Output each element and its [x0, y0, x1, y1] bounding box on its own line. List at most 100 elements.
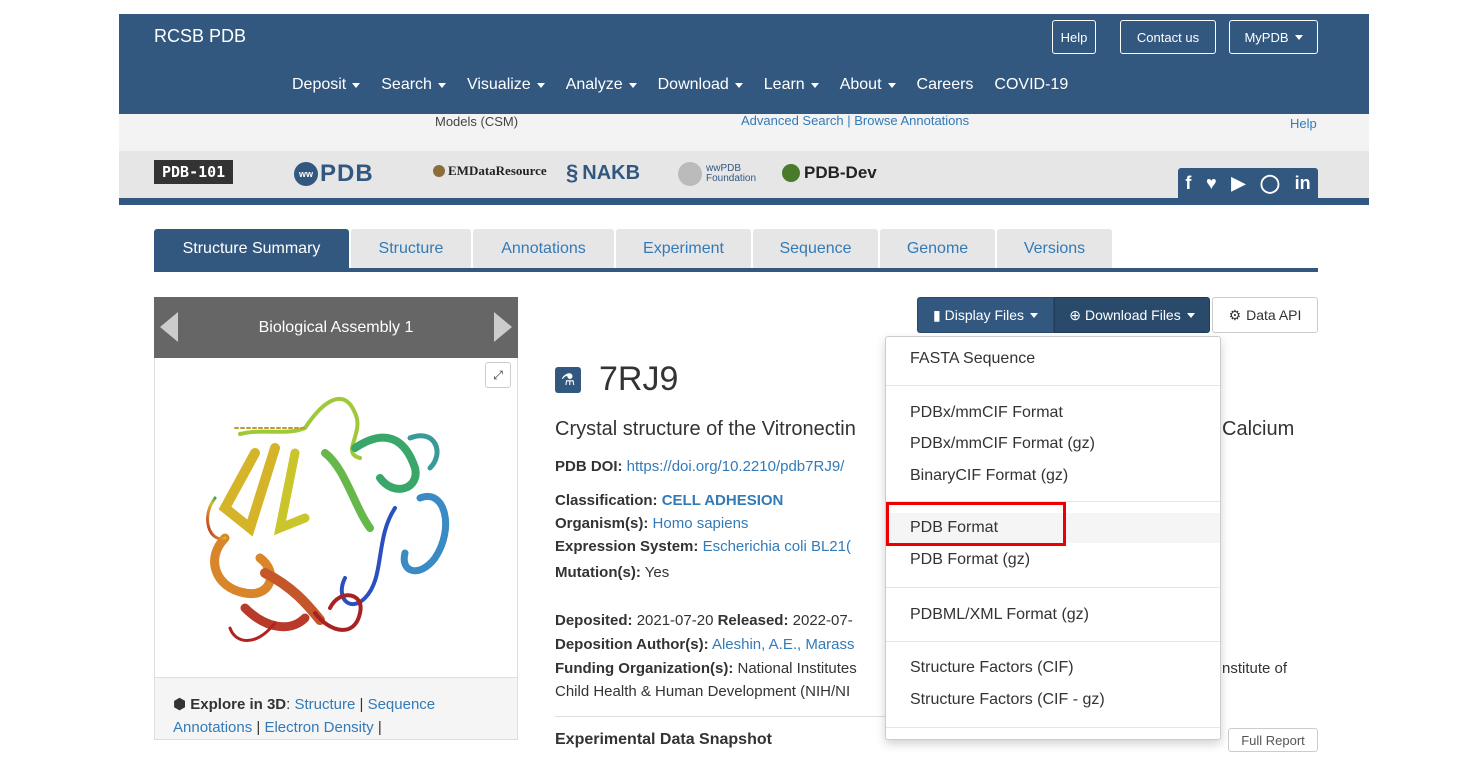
- pdb101-logo[interactable]: PDB-101: [154, 160, 234, 184]
- help-button[interactable]: Help: [1052, 20, 1096, 54]
- tab-annotations[interactable]: Annotations: [473, 229, 614, 269]
- previous-assembly-arrow-icon[interactable]: [160, 312, 178, 342]
- full-report-button[interactable]: Full Report: [1228, 728, 1318, 752]
- facebook-icon[interactable]: f: [1185, 173, 1191, 194]
- mypdb-label: MyPDB: [1244, 29, 1289, 45]
- main-nav: Deposit Search Visualize Analyze Downloa…: [292, 76, 1089, 94]
- menu-item-structure-factors-cif[interactable]: Structure Factors (CIF): [886, 653, 1220, 683]
- wwpdb-globe-icon: ww: [294, 162, 318, 186]
- nav-deposit[interactable]: Deposit: [292, 76, 361, 94]
- twitter-icon[interactable]: ♥: [1206, 173, 1217, 194]
- menu-item-binarycif-gz[interactable]: BinaryCIF Format (gz): [886, 461, 1220, 491]
- nav-learn[interactable]: Learn: [764, 76, 819, 94]
- menu-divider: [886, 385, 1220, 386]
- explore-electron-density-link[interactable]: Electron Density: [264, 719, 373, 736]
- doi-line: PDB DOI: https://doi.org/10.2210/pdb7RJ9…: [555, 458, 844, 475]
- tab-genome[interactable]: Genome: [880, 229, 995, 269]
- menu-divider: [886, 727, 1220, 728]
- pdbdev-logo-text: PDB-Dev: [804, 163, 877, 182]
- emdataresource-logo[interactable]: EMDataResource: [433, 163, 547, 179]
- organism-label: Organism(s):: [555, 515, 649, 532]
- dates-line: Deposited: 2021-07-20 Released: 2022-07-: [555, 612, 853, 629]
- doi-label: PDB DOI:: [555, 458, 623, 475]
- contact-us-button[interactable]: Contact us: [1120, 20, 1216, 54]
- authors-line: Deposition Author(s): Aleshin, A.E., Mar…: [555, 636, 855, 653]
- menu-item-pdbx-mmcif[interactable]: PDBx/mmCIF Format: [886, 398, 1220, 428]
- gear-icon: ⚙: [1228, 306, 1242, 323]
- nav-label: COVID-19: [994, 76, 1069, 93]
- nav-analyze[interactable]: Analyze: [566, 76, 637, 94]
- tab-sequence[interactable]: Sequence: [753, 229, 878, 269]
- structure-image-panel[interactable]: [154, 358, 518, 678]
- data-api-button[interactable]: ⚙ Data API: [1212, 297, 1318, 333]
- classification-line: Classification: CELL ADHESION: [555, 492, 783, 509]
- released-value: 2022-07-: [792, 612, 853, 629]
- pdb-format-highlight-box: [886, 502, 1066, 546]
- youtube-icon[interactable]: ▶: [1231, 173, 1245, 194]
- organism-link[interactable]: Homo sapiens: [653, 515, 749, 532]
- tab-underline: [154, 268, 1318, 272]
- nakb-logo-text: NAKB: [582, 161, 641, 184]
- data-api-label: Data API: [1246, 307, 1302, 323]
- nav-search[interactable]: Search: [381, 76, 446, 94]
- dna-icon: §: [566, 160, 579, 185]
- pdb-dev-logo[interactable]: PDB-Dev: [782, 163, 877, 183]
- nav-label: Deposit: [292, 76, 347, 93]
- foundation-globe-icon: [678, 162, 702, 186]
- funding-line-2: Child Health & Human Development (NIH/NI: [555, 683, 851, 700]
- chevron-down-icon: [1186, 312, 1195, 318]
- menu-item-pdb-format-gz[interactable]: PDB Format (gz): [886, 545, 1220, 575]
- menu-item-pdbx-mmcif-gz[interactable]: PDBx/mmCIF Format (gz): [886, 429, 1220, 459]
- nav-visualize[interactable]: Visualize: [467, 76, 545, 94]
- tab-structure-summary[interactable]: Structure Summary: [154, 229, 349, 269]
- tab-experiment[interactable]: Experiment: [616, 229, 751, 269]
- chevron-down-icon: [628, 82, 637, 88]
- assembly-title: Biological Assembly 1: [258, 318, 414, 336]
- doi-link[interactable]: https://doi.org/10.2210/pdb7RJ9/: [627, 458, 845, 475]
- github-icon[interactable]: ◯: [1260, 173, 1280, 194]
- expression-link[interactable]: Escherichia coli BL21(: [703, 538, 851, 555]
- released-label: Released:: [717, 612, 789, 629]
- nav-label: Analyze: [565, 76, 623, 93]
- download-files-button[interactable]: ⊕ Download Files: [1054, 297, 1210, 333]
- nav-careers[interactable]: Careers: [917, 76, 974, 94]
- authors-link[interactable]: Aleshin, A.E., Marass: [712, 636, 855, 653]
- explore-structure-link[interactable]: Structure: [294, 696, 355, 713]
- nav-covid19[interactable]: COVID-19: [994, 76, 1068, 94]
- mypdb-button[interactable]: MyPDB: [1229, 20, 1318, 54]
- wwpdb-logo[interactable]: ww PDB: [294, 160, 374, 188]
- menu-item-fasta-sequence[interactable]: FASTA Sequence: [886, 344, 1220, 374]
- mutation-value: Yes: [644, 564, 670, 581]
- next-assembly-arrow-icon[interactable]: [494, 312, 512, 342]
- nakb-logo[interactable]: § NAKB: [566, 160, 640, 186]
- nav-label: Learn: [763, 76, 805, 93]
- display-files-button[interactable]: ▮ Display Files: [917, 297, 1054, 333]
- entry-title-end: Calcium: [1222, 418, 1295, 440]
- csm-link[interactable]: Models (CSM): [435, 114, 518, 129]
- download-files-label: Download Files: [1085, 307, 1181, 323]
- logobar-divider: [119, 198, 1369, 205]
- linkedin-icon[interactable]: in: [1295, 173, 1311, 194]
- tab-versions[interactable]: Versions: [997, 229, 1112, 269]
- tab-structure[interactable]: Structure: [351, 229, 471, 269]
- download-icon: ⊕: [1069, 306, 1081, 323]
- structure-tabs: Structure Summary Structure Annotations …: [154, 229, 1114, 269]
- chevron-down-icon: [887, 82, 896, 88]
- flask-icon: ⚗: [555, 366, 581, 393]
- funding-value: National Institutes: [737, 660, 857, 677]
- nav-about[interactable]: About: [840, 76, 896, 94]
- pdb-id: 7RJ9: [599, 360, 679, 398]
- file-icon: ▮: [932, 306, 941, 323]
- advanced-search-links[interactable]: Advanced Search | Browse Annotations: [741, 113, 969, 128]
- menu-item-structure-factors-cif-gz[interactable]: Structure Factors (CIF - gz): [886, 685, 1220, 715]
- classification-link[interactable]: CELL ADHESION: [662, 492, 784, 509]
- menu-divider: [886, 641, 1220, 642]
- wwpdb-foundation-logo[interactable]: wwPDB Foundation: [678, 162, 756, 186]
- brand-logo[interactable]: RCSB PDB: [154, 26, 246, 47]
- chevron-down-icon: [810, 82, 819, 88]
- nav-download[interactable]: Download: [658, 76, 743, 94]
- sub-help-link[interactable]: Help: [1290, 116, 1317, 131]
- expand-icon[interactable]: ⤢: [485, 362, 511, 388]
- explore-3d-panel: ⬢ Explore in 3D: Structure | Sequence An…: [154, 678, 518, 740]
- menu-item-pdbml-xml-gz[interactable]: PDBML/XML Format (gz): [886, 600, 1220, 630]
